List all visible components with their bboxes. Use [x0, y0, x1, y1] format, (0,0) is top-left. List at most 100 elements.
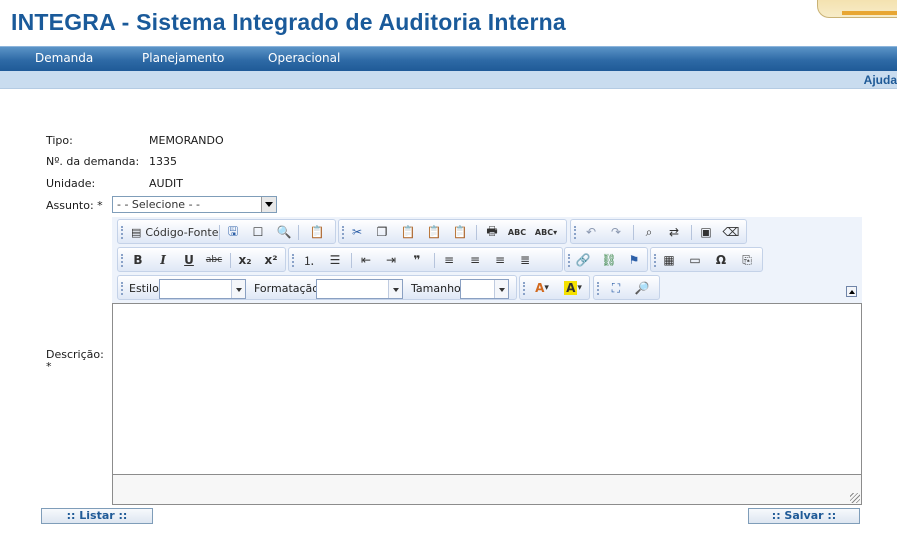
spellcheck-label: ABC	[507, 227, 527, 237]
nav-item-planejamento[interactable]: Planejamento	[142, 51, 224, 65]
toolbar-grip	[121, 282, 125, 295]
align-left-icon[interactable]: ≡	[439, 251, 459, 269]
special-char-icon[interactable]: Ω	[711, 251, 731, 269]
align-right-icon[interactable]: ≡	[490, 251, 510, 269]
toolbar-grip	[342, 226, 346, 239]
toolbar-separator	[633, 225, 634, 240]
link-icon[interactable]: 🔗	[573, 251, 593, 269]
assunto-label: Assunto: *	[46, 199, 103, 212]
tipo-value: MEMORANDO	[149, 134, 224, 147]
toolbar-group-clipboard: ✂ ❐ 📋 📋 📋 🖶 ABC ABC ▾	[338, 219, 567, 244]
source-button[interactable]: ▤ Código-Fonte	[128, 223, 221, 241]
paste-icon[interactable]: 📋	[398, 223, 418, 241]
toolbar-grip	[121, 254, 125, 267]
salvar-button[interactable]: :: Salvar ::	[748, 508, 860, 524]
cut-icon[interactable]: ✂	[347, 223, 367, 241]
maximize-icon[interactable]: ⛶	[606, 279, 626, 297]
text-color-button[interactable]: A ▾	[529, 279, 555, 297]
horizontal-rule-icon[interactable]: ▭	[685, 251, 705, 269]
align-justify-icon[interactable]: ≣	[515, 251, 535, 269]
resize-handle[interactable]	[850, 493, 860, 503]
select-all-icon[interactable]: ▣	[696, 223, 716, 241]
assunto-select[interactable]: - - Selecione - -	[112, 196, 277, 213]
formatacao-dropdown[interactable]	[316, 279, 403, 299]
listar-button[interactable]: :: Listar ::	[41, 508, 153, 524]
indent-icon[interactable]: ⇥	[381, 251, 401, 269]
toolbar-separator	[351, 253, 352, 268]
unidade-value: AUDIT	[149, 177, 184, 190]
toolbar-group-document: ▤ Código-Fonte 🖫 ☐ 🔍 📋	[117, 219, 336, 244]
bold-button[interactable]: B	[128, 251, 148, 269]
sub-bar: Ajuda	[0, 71, 897, 89]
toolbar-group-colors: A ▾ A ▾	[519, 275, 590, 300]
text-color-label: A	[535, 281, 545, 295]
italic-button[interactable]: I	[153, 251, 173, 269]
templates-icon[interactable]: 📋	[307, 223, 327, 241]
nav-item-demanda[interactable]: Demanda	[35, 51, 93, 65]
undo-icon[interactable]: ↶	[581, 223, 601, 241]
rich-text-editor: ▤ Código-Fonte 🖫 ☐ 🔍 📋 ✂ ❐ 📋 📋 📋 🖶 ABC AB…	[112, 217, 862, 505]
outdent-icon[interactable]: ⇤	[356, 251, 376, 269]
subscript-button[interactable]: x₂	[235, 251, 255, 269]
new-page-icon[interactable]: ☐	[248, 223, 268, 241]
numero-demanda-value: 1335	[149, 155, 177, 168]
toolbar-group-links: 🔗 ⛓ ⚑	[564, 247, 648, 272]
toolbar-separator	[230, 253, 231, 268]
toolbar-group-undo: ↶ ↷ ⌕ ⇄ ▣ ⌫	[570, 219, 747, 244]
toolbar-group-styles: Estilo Formatação Tamanho	[117, 275, 517, 300]
background-color-label: A	[564, 281, 578, 295]
toolbar-group-paragraph: ⒈ ☰ ⇤ ⇥ ❞ ≡ ≡ ≡ ≣	[288, 247, 563, 272]
spellcheck-as-you-type-label: ABC	[534, 227, 554, 237]
find-icon[interactable]: ⌕	[639, 223, 659, 241]
chevron-down-icon[interactable]	[261, 197, 276, 212]
paste-text-icon[interactable]: 📋	[424, 223, 444, 241]
chevron-down-icon: ▾	[577, 283, 582, 293]
page-break-icon[interactable]: ⎘	[737, 251, 757, 269]
toolbar-separator	[476, 225, 477, 240]
underline-button[interactable]: U	[179, 251, 199, 269]
numbered-list-icon[interactable]: ⒈	[299, 251, 319, 269]
tamanho-dropdown[interactable]	[460, 279, 509, 299]
app-header: INTEGRA - Sistema Integrado de Auditoria…	[0, 0, 897, 46]
tamanho-label: Tamanho	[411, 282, 461, 295]
source-icon: ▤	[131, 225, 142, 239]
blockquote-icon[interactable]: ❞	[407, 251, 427, 269]
toolbar-grip	[121, 226, 125, 239]
copy-icon[interactable]: ❐	[372, 223, 392, 241]
background-color-button[interactable]: A ▾	[560, 279, 586, 297]
help-link[interactable]: Ajuda	[864, 73, 897, 87]
editor-content-area[interactable]	[112, 303, 862, 475]
toolbar-grip	[574, 226, 578, 239]
toolbar-separator	[298, 225, 299, 240]
align-center-icon[interactable]: ≡	[465, 251, 485, 269]
preview-icon[interactable]: 🔍	[274, 223, 294, 241]
superscript-button[interactable]: x²	[261, 251, 281, 269]
editor-status-bar	[112, 475, 862, 505]
table-icon[interactable]: ▦	[659, 251, 679, 269]
replace-icon[interactable]: ⇄	[664, 223, 684, 241]
main-nav: Demanda Planejamento Operacional	[0, 46, 897, 71]
anchor-icon[interactable]: ⚑	[624, 251, 644, 269]
unlink-icon[interactable]: ⛓	[599, 251, 619, 269]
save-icon[interactable]: 🖫	[223, 223, 243, 241]
descricao-label: Descrição:	[46, 348, 104, 361]
estilo-label: Estilo	[129, 282, 159, 295]
nav-item-operacional[interactable]: Operacional	[268, 51, 340, 65]
estilo-dropdown[interactable]	[159, 279, 246, 299]
bulleted-list-icon[interactable]: ☰	[325, 251, 345, 269]
toolbar-separator	[434, 253, 435, 268]
redo-icon[interactable]: ↷	[606, 223, 626, 241]
paste-word-icon[interactable]: 📋	[450, 223, 470, 241]
show-blocks-icon[interactable]: 🔎	[632, 279, 652, 297]
print-icon[interactable]: 🖶	[482, 223, 502, 241]
toolbar-group-insert: ▦ ▭ Ω ⎘	[650, 247, 763, 272]
strikethrough-button[interactable]: abc	[204, 251, 224, 269]
spellcheck-icon[interactable]: ABC	[507, 223, 527, 241]
remove-format-icon[interactable]: ⌫	[721, 223, 741, 241]
collapse-toolbar-button[interactable]	[846, 286, 857, 297]
descricao-required-mark: *	[46, 360, 52, 373]
spellcheck-as-you-type-icon[interactable]: ABC ▾	[531, 223, 561, 241]
source-label: Código-Fonte	[145, 225, 219, 239]
unidade-label: Unidade:	[46, 177, 96, 190]
toolbar-separator	[219, 225, 220, 240]
